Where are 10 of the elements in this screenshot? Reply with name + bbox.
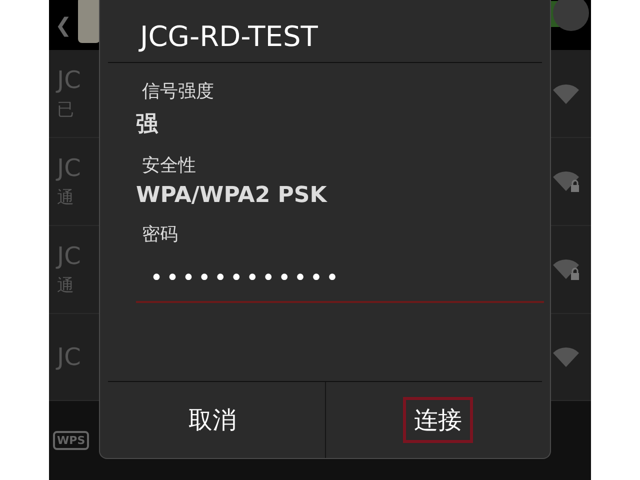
field-label: 安全性	[141, 154, 197, 177]
password-label: 密码	[141, 223, 179, 246]
field-value: WPA/WPA2 PSK	[136, 183, 328, 208]
password-field[interactable]: ••••••••••••	[136, 256, 544, 303]
field-value: 强	[136, 111, 160, 139]
dialog-title: JCG-RD-TEST	[140, 20, 318, 54]
dialog-button[interactable]: 连接	[402, 397, 473, 443]
back-button[interactable]: ❮	[55, 13, 72, 38]
field-label: 信号强度	[141, 80, 215, 103]
dialog-button[interactable]: 取消	[177, 397, 248, 443]
